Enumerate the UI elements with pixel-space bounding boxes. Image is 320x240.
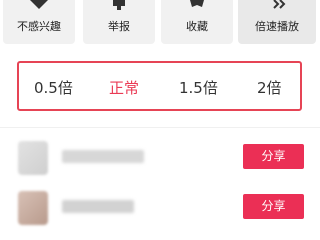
share-button[interactable]: 分享 [243,144,304,169]
avatar [18,191,48,225]
speed-option-2x[interactable]: 2倍 [257,77,282,98]
not-interested-button[interactable]: 不感兴趣 [3,0,75,44]
avatar [18,141,48,175]
favorite-label: 收藏 [186,20,208,33]
divider [0,127,320,128]
dislike-icon [30,0,48,9]
action-row: 不感兴趣 举报 收藏 倍速播放 [0,0,320,46]
share-target-row: 分享 [0,133,320,181]
not-interested-label: 不感兴趣 [17,20,61,33]
playback-speed-label: 倍速播放 [255,20,299,33]
speed-option-0.5x[interactable]: 0.5倍 [34,77,73,98]
speed-option-1.5x[interactable]: 1.5倍 [179,77,218,98]
speed-option-normal[interactable]: 正常 [109,77,139,98]
blurred-username [62,200,134,213]
speed-selector: 0.5倍 正常 1.5倍 2倍 [17,61,302,111]
action-sheet: 不感兴趣 举报 收藏 倍速播放 0.5倍 正常 1.5倍 2倍 分享 分享 [0,0,320,240]
report-label: 举报 [108,20,130,33]
favorite-button[interactable]: 收藏 [161,0,233,44]
star-icon [190,0,204,7]
report-icon [113,0,125,10]
playback-speed-button[interactable]: 倍速播放 [238,0,316,44]
blurred-username [62,150,144,163]
share-target-row: 分享 [0,183,320,231]
speed-icon [273,0,286,9]
report-button[interactable]: 举报 [83,0,155,44]
share-button[interactable]: 分享 [243,194,304,219]
